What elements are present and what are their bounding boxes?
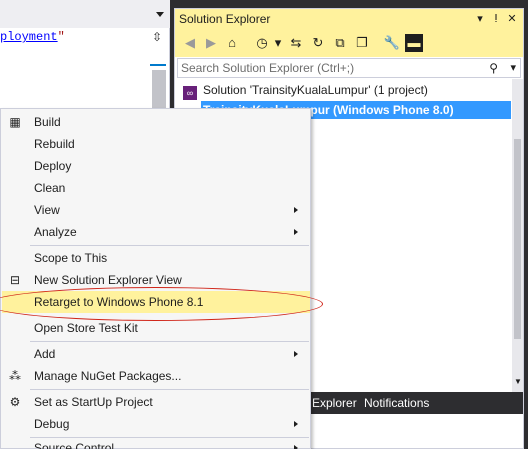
menu-item-rebuild[interactable]: Rebuild	[2, 133, 310, 155]
back-icon[interactable]: ◀	[181, 34, 199, 52]
preview-icon[interactable]: ▬	[405, 34, 423, 52]
close-icon[interactable]: ✕	[505, 11, 519, 27]
menu-separator	[30, 341, 309, 342]
menu-item-source-control[interactable]: Source Control	[2, 437, 310, 449]
menu-item-view[interactable]: View	[2, 199, 310, 221]
submenu-arrow-icon	[294, 351, 298, 357]
menu-item-debug[interactable]: Debug	[2, 413, 310, 435]
code-token: ployment	[0, 30, 58, 44]
menu-separator	[30, 245, 309, 246]
new-view-icon: ⊟	[9, 273, 21, 287]
submenu-arrow-icon	[294, 207, 298, 213]
chevron-down-icon[interactable]: ▾	[269, 34, 287, 52]
menu-item-set-startup[interactable]: ⚙ Set as StartUp Project	[2, 391, 310, 413]
annotation-ellipse	[0, 287, 323, 321]
solution-explorer-titlebar[interactable]: Solution Explorer ▾ ⵑ ✕	[175, 9, 523, 29]
menu-item-label: Build	[34, 115, 61, 129]
menu-item-label: Manage NuGet Packages...	[34, 369, 182, 383]
nuget-icon: ⁂	[9, 369, 21, 383]
dropdown-arrow-icon[interactable]: ▾	[473, 11, 487, 27]
search-input[interactable]: Search Solution Explorer (Ctrl+;) ⚲ ▾	[177, 58, 521, 78]
scroll-down-icon[interactable]: ▼	[514, 377, 522, 386]
properties-icon[interactable]: 🔧	[383, 34, 401, 52]
menu-item-manage-nuget[interactable]: ⁂ Manage NuGet Packages...	[2, 365, 310, 387]
menu-item-label: Clean	[34, 181, 66, 195]
menu-item-build[interactable]: ▦ Build	[2, 111, 310, 133]
code-quote: "	[57, 30, 65, 44]
menu-item-label: View	[34, 203, 60, 217]
editor-divider	[150, 64, 166, 66]
solution-icon: ∞	[183, 86, 197, 100]
search-options-arrow-icon[interactable]: ▾	[510, 59, 516, 77]
tab-solution-explorer[interactable]: Explorer	[307, 392, 362, 414]
build-icon: ▦	[9, 115, 21, 129]
menu-item-label: Analyze	[34, 225, 77, 239]
tab-notifications[interactable]: Notifications	[359, 392, 434, 414]
collapse-all-icon[interactable]: ⧉	[331, 34, 349, 52]
home-icon[interactable]: ⌂	[223, 34, 241, 52]
gear-icon: ⚙	[9, 395, 21, 409]
tree-scrollbar[interactable]: ▼	[512, 79, 523, 392]
search-icon[interactable]: ⚲	[489, 59, 498, 77]
scrollbar-thumb[interactable]	[514, 139, 521, 339]
menu-item-label: Source Control	[34, 441, 115, 449]
menu-item-scope-to-this[interactable]: Scope to This	[2, 247, 310, 269]
menu-item-clean[interactable]: Clean	[2, 177, 310, 199]
forward-icon[interactable]: ▶	[202, 34, 220, 52]
menu-item-label: Debug	[34, 417, 70, 431]
code-line[interactable]: ployment"	[0, 29, 65, 45]
menu-item-label: Rebuild	[34, 137, 75, 151]
project-context-menu: ▦ Build Rebuild Deploy Clean View Analyz…	[0, 108, 323, 449]
menu-item-label: Add	[34, 347, 56, 361]
show-all-files-icon[interactable]: ❐	[353, 34, 371, 52]
submenu-arrow-icon	[294, 421, 298, 427]
solution-explorer-toolbar: ◀ ▶ ⌂ ◷ ▾ ⇆ ↻ ⧉ ❐ 🔧 ▬	[175, 29, 523, 57]
submenu-arrow-icon	[294, 229, 298, 235]
menu-item-label: Set as StartUp Project	[34, 395, 153, 409]
tree-item-label: Solution 'TrainsityKualaLumpur' (1 proje…	[203, 83, 428, 97]
search-placeholder: Search Solution Explorer (Ctrl+;)	[181, 61, 355, 75]
chevron-down-icon[interactable]	[156, 12, 164, 17]
menu-separator	[30, 389, 309, 390]
split-view-icon[interactable]: ⇳	[148, 28, 166, 46]
submenu-arrow-icon	[294, 445, 298, 449]
editor-navigation-bar	[0, 0, 170, 28]
pin-icon[interactable]: ⵑ	[489, 11, 503, 27]
refresh-icon[interactable]: ↻	[309, 34, 327, 52]
menu-item-deploy[interactable]: Deploy	[2, 155, 310, 177]
menu-item-label: Deploy	[34, 159, 72, 173]
sync-icon[interactable]: ⇆	[287, 34, 305, 52]
tree-item-solution[interactable]: ∞ Solution 'TrainsityKualaLumpur' (1 proj…	[183, 81, 428, 100]
menu-item-add[interactable]: Add	[2, 343, 310, 365]
panel-title: Solution Explorer	[179, 12, 271, 26]
menu-item-analyze[interactable]: Analyze	[2, 221, 310, 243]
menu-item-label: Scope to This	[34, 251, 108, 265]
